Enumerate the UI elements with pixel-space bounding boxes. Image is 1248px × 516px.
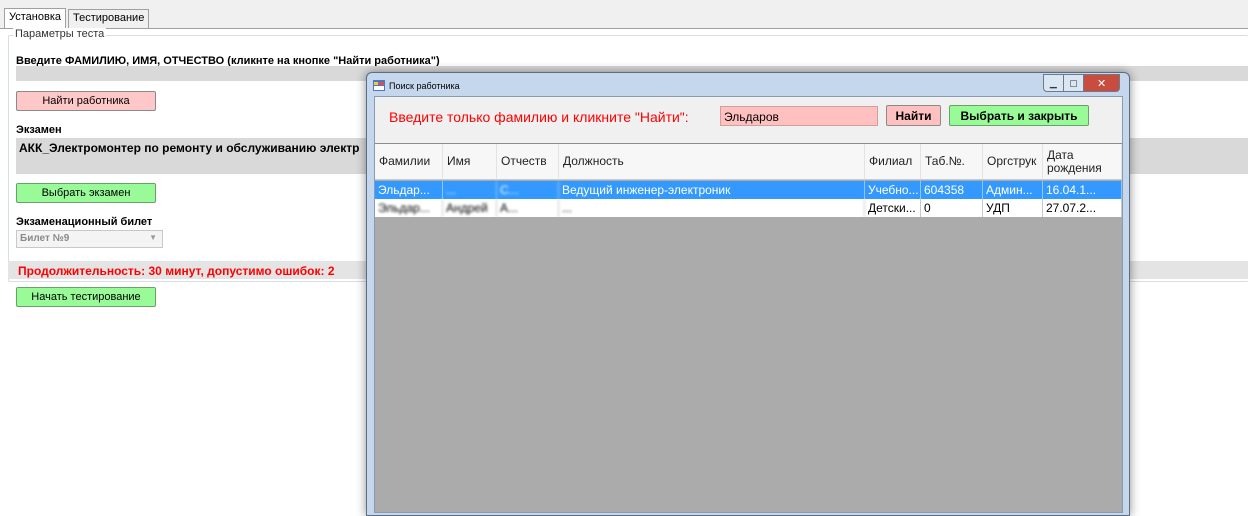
employee-search-dialog: Поиск работника ▁ ▢ ✕ Введите только фам…	[366, 72, 1130, 516]
col-header-position[interactable]: Должность	[559, 144, 865, 180]
col-header-org[interactable]: Оргструк	[983, 144, 1043, 180]
col-header-tab-no[interactable]: Таб.№.	[921, 144, 983, 180]
table-row[interactable]: Эльдар... Андрей А... ... Детски... 0 УД…	[375, 199, 1122, 217]
cell-birth: 16.04.1...	[1043, 181, 1122, 199]
exam-label: Экзамен	[16, 124, 62, 136]
tab-setup[interactable]: Установка	[4, 8, 66, 29]
cell-surname: Эльдар...	[375, 199, 443, 217]
window-icon	[373, 80, 385, 91]
maximize-icon[interactable]: ▢	[1063, 74, 1085, 92]
col-header-branch[interactable]: Филиал	[865, 144, 921, 180]
cell-patronymic: А...	[497, 199, 559, 217]
window-controls: ▁ ▢ ✕	[1043, 74, 1120, 92]
minimize-icon[interactable]: ▁	[1043, 74, 1064, 92]
col-header-birth[interactable]: Дата рождения	[1043, 144, 1122, 180]
select-close-button[interactable]: Выбрать и закрыть	[949, 105, 1089, 126]
cell-position: ...	[559, 199, 865, 217]
cell-branch: Детски...	[865, 199, 921, 217]
ticket-select[interactable]: Билет №9 ▼	[16, 230, 163, 248]
dialog-titlebar[interactable]	[367, 73, 1129, 95]
col-header-patronymic[interactable]: Отчеств	[497, 144, 559, 180]
cell-tab-no: 0	[921, 199, 983, 217]
cell-tab-no: 604358	[921, 181, 983, 199]
cell-surname: Эльдар...	[375, 181, 443, 199]
cell-patronymic: С...	[497, 181, 559, 199]
ticket-select-value: Билет №9	[20, 233, 70, 244]
ticket-label: Экзаменационный билет	[16, 216, 153, 228]
cell-branch: Учебно...	[865, 181, 921, 199]
exam-value: АКК_Электромонтер по ремонту и обслужива…	[19, 141, 360, 155]
close-icon[interactable]: ✕	[1084, 74, 1120, 92]
find-employee-button[interactable]: Найти работника	[16, 91, 156, 111]
col-header-name[interactable]: Имя	[443, 144, 497, 180]
cell-name: ...	[443, 181, 497, 199]
chevron-down-icon: ▼	[149, 233, 157, 242]
dialog-title: Поиск работника	[389, 81, 460, 91]
group-title: Параметры теста	[13, 28, 107, 40]
cell-birth: 27.07.2...	[1043, 199, 1122, 217]
find-button[interactable]: Найти	[886, 105, 941, 126]
surname-search-input[interactable]: Эльдаров	[720, 106, 878, 126]
employee-grid[interactable]: Фамилии Имя Отчеств Должность Филиал Таб…	[375, 143, 1122, 512]
tab-strip	[0, 0, 1248, 30]
start-test-button[interactable]: Начать тестирование	[16, 287, 156, 307]
choose-exam-button[interactable]: Выбрать экзамен	[16, 183, 156, 203]
cell-name: Андрей	[443, 199, 497, 217]
table-row[interactable]: Эльдар... ... С... Ведущий инженер-элект…	[375, 181, 1122, 199]
duration-text: Продолжительность: 30 минут, допустимо о…	[18, 264, 335, 278]
cell-position: Ведущий инженер-электроник	[559, 181, 865, 199]
dialog-prompt: Введите только фамилию и кликните "Найти…	[389, 109, 689, 125]
cell-org: Админ...	[983, 181, 1043, 199]
col-header-surname[interactable]: Фамилии	[375, 144, 443, 180]
dialog-client: Введите только фамилию и кликните "Найти…	[374, 96, 1123, 513]
tab-testing[interactable]: Тестирование	[68, 9, 150, 28]
cell-org: УДП	[983, 199, 1043, 217]
